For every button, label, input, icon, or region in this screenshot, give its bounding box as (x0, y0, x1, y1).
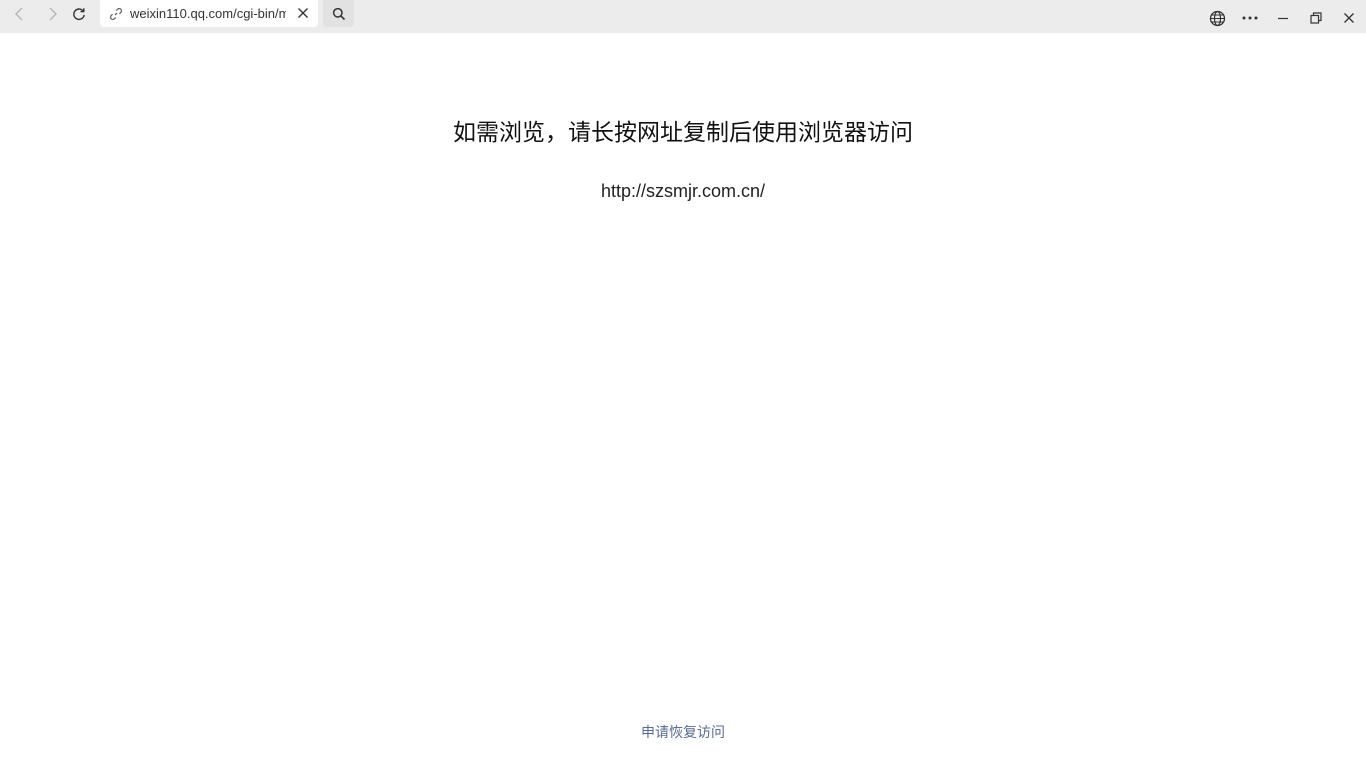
chevron-left-icon (15, 7, 23, 21)
more-button[interactable] (1239, 8, 1261, 28)
globe-icon (1209, 10, 1225, 26)
search-icon (332, 7, 345, 20)
browser-toolbar: weixin110.qq.com/cgi-bin/mmspamsupport-b… (0, 0, 1366, 33)
address-url[interactable]: weixin110.qq.com/cgi-bin/mmspamsupport-b… (130, 6, 286, 22)
close-icon (1344, 13, 1354, 23)
minimize-icon (1278, 17, 1288, 20)
back-button[interactable] (8, 3, 32, 25)
chevron-right-icon (49, 7, 57, 21)
link-icon (109, 7, 123, 21)
target-url-text: http://szsmjr.com.cn/ (600, 181, 766, 201)
reload-icon (73, 8, 85, 21)
more-icon (1242, 16, 1258, 20)
minimize-button[interactable] (1272, 8, 1294, 28)
close-window-button[interactable] (1338, 8, 1360, 28)
close-icon[interactable] (296, 6, 310, 20)
page-message: 如需浏览，请长按网址复制后使用浏览器访问 (453, 119, 913, 145)
restore-icon (1310, 12, 1322, 24)
restore-button[interactable] (1305, 8, 1327, 28)
address-bar[interactable]: weixin110.qq.com/cgi-bin/mmspamsupport-b… (100, 0, 318, 27)
search-button[interactable] (323, 0, 354, 27)
footer: 申请恢复访问 (0, 722, 1366, 742)
forward-button[interactable] (40, 3, 64, 25)
restore-access-link[interactable]: 申请恢复访问 (641, 724, 725, 740)
globe-button[interactable] (1206, 8, 1228, 28)
reload-button[interactable] (67, 3, 91, 25)
